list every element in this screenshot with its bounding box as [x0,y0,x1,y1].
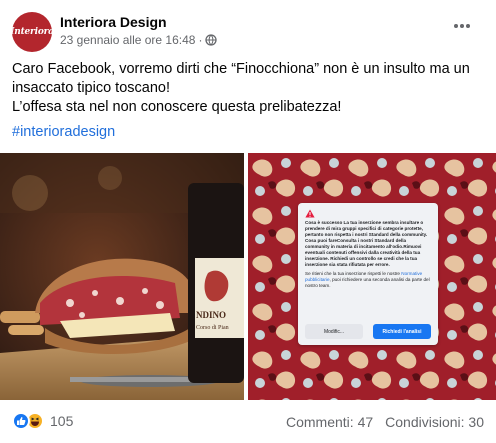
post-header: Interiora Interiora Design 23 gennaio al… [12,12,484,52]
facebook-post: Interiora Interiora Design 23 gennaio al… [0,0,496,443]
shares-count-link[interactable]: Condivisioni: 30 [385,414,484,430]
post-text: Caro Facebook, vorremo dirti che “Finocc… [12,60,484,117]
post-text-line: Caro Facebook, vorremo dirti che “Finocc… [12,61,470,77]
comments-count-link[interactable]: Commenti: 47 [286,414,373,430]
post-footer: 105 Commenti: 47 Condivisioni: 30 [12,412,484,434]
warning-icon [305,209,315,218]
footnote-text: Se ritieni che la tua inserzione rispett… [305,271,402,276]
more-options-icon[interactable] [448,16,476,36]
post-text-line: insaccato tipico toscano! [12,80,170,96]
reactions-summary[interactable]: 105 [12,412,73,430]
post-text-line: L’offesa sta nel non conoscere questa pr… [12,99,342,115]
ad-rejection-dialog: Cosa è successo La tua inserzione sembra… [298,203,438,345]
like-reaction-icon [12,412,30,430]
wine-label-text: NDINO [196,310,226,320]
globe-icon [205,34,218,46]
wine-label-subtext: Corso di Pian [196,325,229,331]
page-avatar[interactable]: Interiora [12,12,52,52]
meta-separator: · [198,33,203,47]
page-name-link[interactable]: Interiora Design [60,14,167,30]
rejected-ad-screenshot[interactable]: Cosa è successo La tua inserzione sembra… [248,153,496,400]
modify-button[interactable]: Modific... [305,324,363,339]
request-review-button[interactable]: Richiedi l'analisi [373,324,431,339]
post-meta: 23 gennaio alle ore 16:48 · [60,33,218,47]
rejection-footnote: Se ritieni che la tua inserzione rispett… [305,271,431,289]
rejection-message: Cosa è successo La tua inserzione sembra… [305,220,428,267]
reaction-count: 105 [50,413,74,429]
sandwich-wine-photo[interactable]: NDINO Corso di Pian [0,153,244,400]
avatar-logo-text: Interiora [12,27,52,37]
post-timestamp[interactable]: 23 gennaio alle ore 16:48 [60,33,195,47]
hashtag-link[interactable]: #interioradesign [12,124,115,140]
post-media: NDINO Corso di Pian Cosa è successo La t… [0,153,496,400]
engagement-stats: Commenti: 47 Condivisioni: 30 [286,414,484,430]
dialog-buttons: Modific... Richiedi l'analisi [305,324,431,339]
